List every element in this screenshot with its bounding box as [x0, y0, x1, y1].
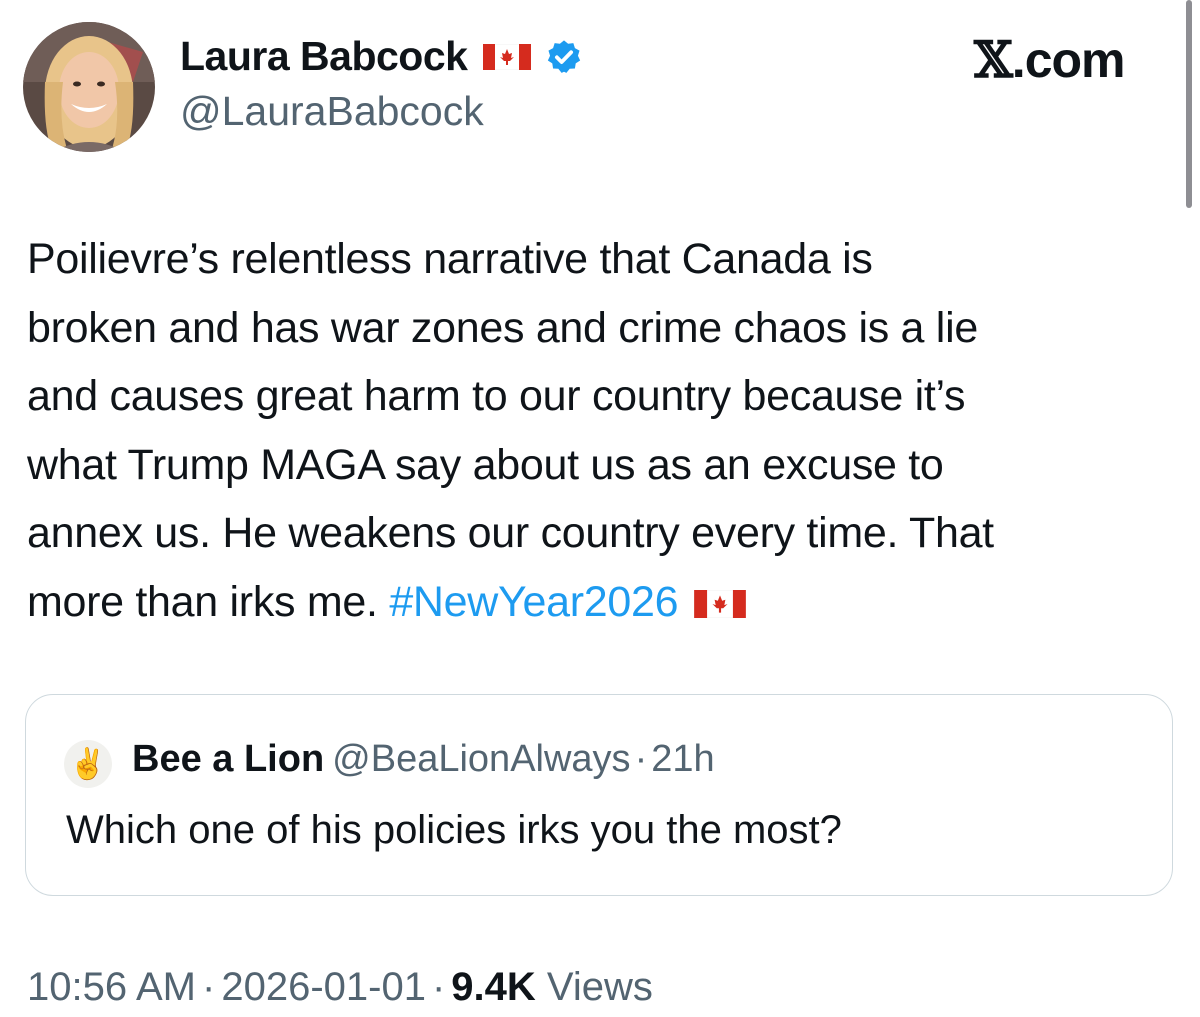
- author-avatar[interactable]: [23, 22, 155, 152]
- quoted-author-handle[interactable]: @BeaLionAlways: [332, 738, 630, 780]
- x-com-label: .com: [1011, 32, 1126, 88]
- tweet-meta: 10:56 AM · 2026-01-01 · 9.4K Views: [27, 965, 653, 1010]
- author-handle[interactable]: @LauraBabcock: [180, 88, 484, 135]
- tweet-date[interactable]: 2026-01-01: [221, 965, 426, 1009]
- quoted-tweet-card[interactable]: ✌️ Bee a Lion @BeaLionAlways · 21h Which on…: [25, 694, 1173, 896]
- tweet-text-line: and causes great harm to our country bec…: [27, 372, 966, 420]
- canada-flag-icon: [694, 589, 747, 618]
- tweet-text: Poilievre’s relentless narrative that Ca…: [27, 225, 1187, 636]
- tweet-text-last-line: more than irks me. #NewYear2026: [27, 568, 1187, 637]
- canada-flag-icon: [483, 43, 532, 70]
- quoted-tweet-header: Bee a Lion @BeaLionAlways · 21h: [132, 738, 715, 781]
- tweet-text-line: broken and has war zones and crime chaos…: [27, 303, 978, 352]
- quoted-tweet-text: Which one of his policies irks you the m…: [66, 808, 842, 852]
- victory-hand-icon: ✌️: [69, 747, 107, 781]
- avatar-photo: [23, 22, 155, 152]
- scrollbar[interactable]: [1186, 0, 1192, 208]
- separator-dot: ·: [202, 965, 216, 1009]
- views-label[interactable]: Views: [547, 965, 653, 1009]
- quoted-tweet-time[interactable]: 21h: [651, 738, 714, 780]
- author-display-name[interactable]: Laura Babcock: [180, 33, 468, 80]
- hashtag-link[interactable]: #NewYear2026: [389, 578, 678, 626]
- views-count[interactable]: 9.4K: [451, 965, 536, 1009]
- x-com-logo: 𝕏.com: [974, 30, 1125, 89]
- quoted-author-name[interactable]: Bee a Lion: [132, 738, 324, 780]
- tweet-text-line: Poilievre’s relentless narrative that Ca…: [27, 235, 873, 283]
- verified-badge-icon: [548, 39, 581, 73]
- quoted-author-avatar[interactable]: ✌️: [64, 740, 112, 788]
- x-logo-icon: 𝕏: [974, 30, 1013, 89]
- tweet-text-segment: more than irks me.: [27, 577, 390, 626]
- separator-dot: ·: [431, 965, 446, 1009]
- separator-dot: ·: [634, 738, 648, 780]
- author-display-name-row[interactable]: Laura Babcock: [180, 33, 583, 80]
- tweet-text-line: what Trump MAGA say about us as an excus…: [27, 440, 944, 489]
- tweet-time[interactable]: 10:56 AM: [27, 965, 196, 1009]
- tweet-text-line: annex us. He weakens our country every t…: [27, 509, 994, 557]
